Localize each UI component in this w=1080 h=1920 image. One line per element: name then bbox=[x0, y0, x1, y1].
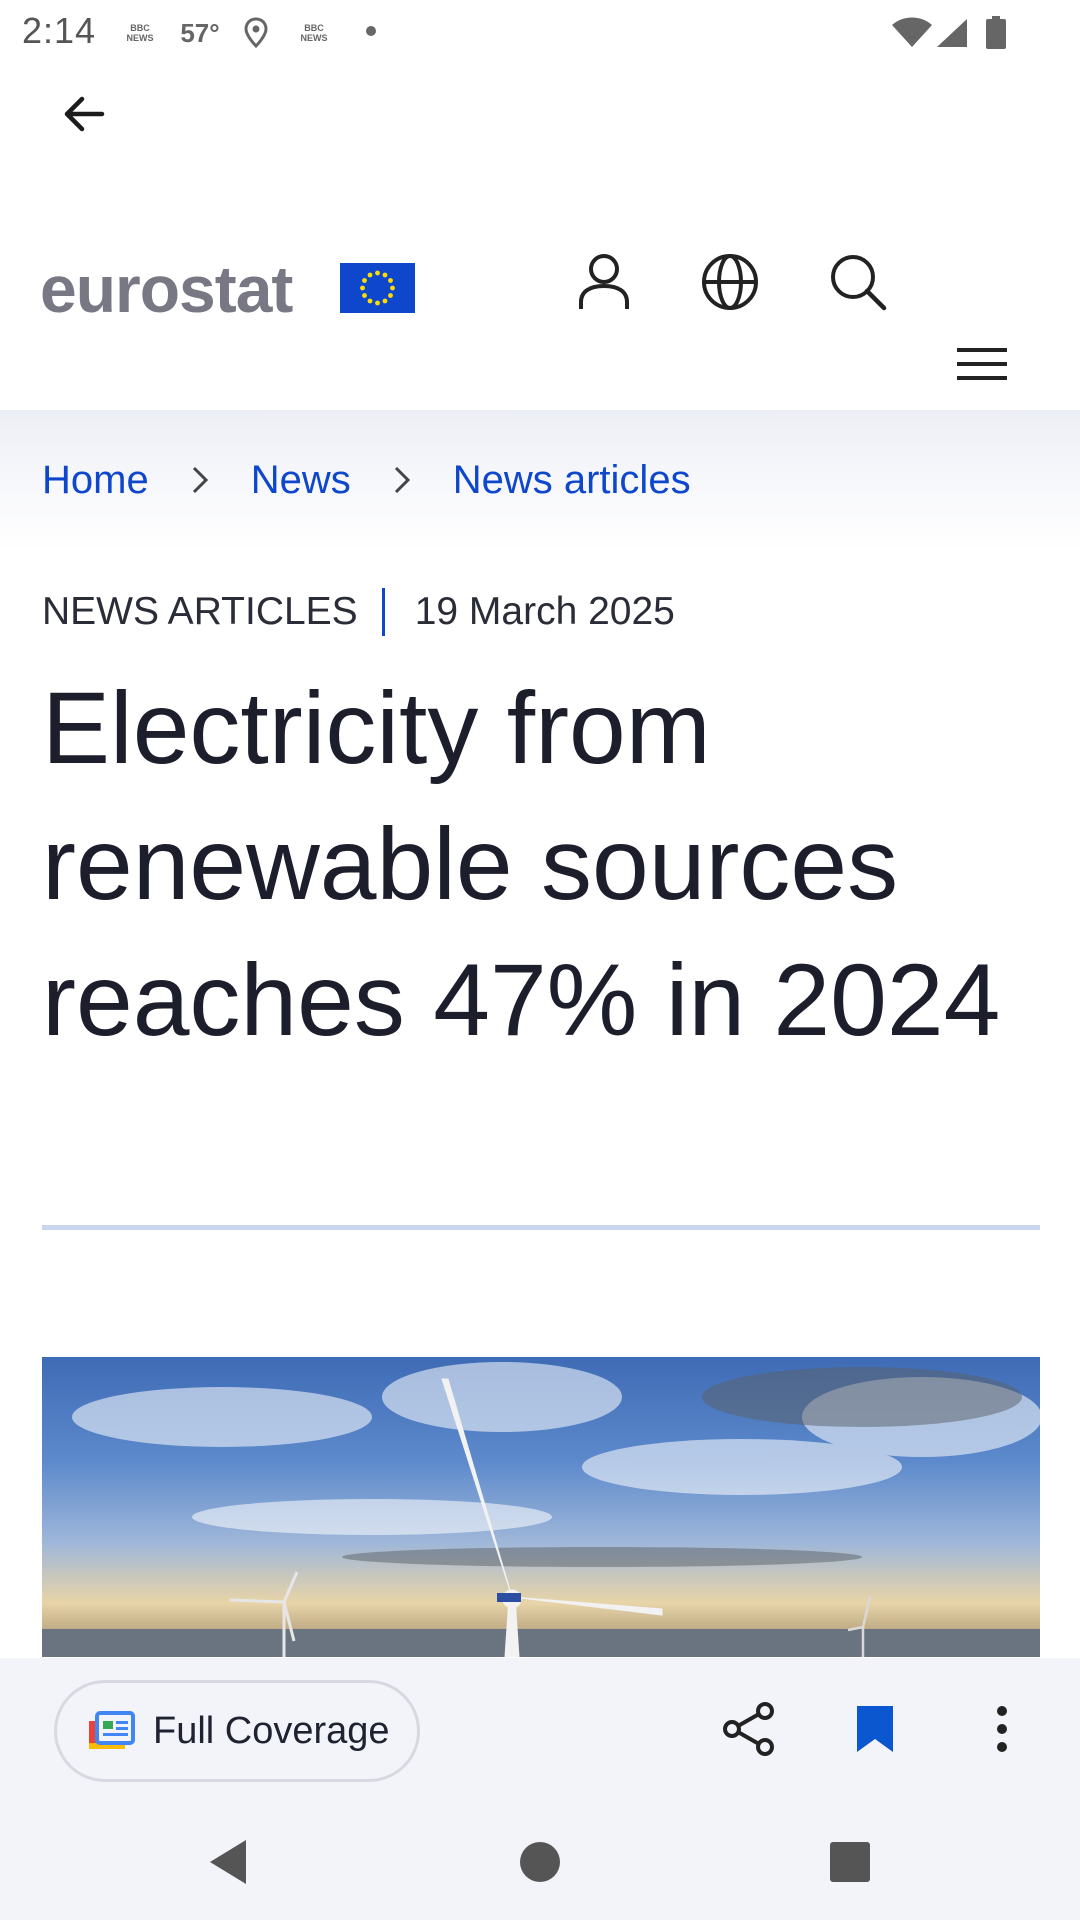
language-button[interactable] bbox=[698, 252, 762, 316]
search-button[interactable] bbox=[826, 252, 890, 316]
temperature-label: 57° bbox=[180, 17, 220, 48]
user-account-button[interactable] bbox=[572, 252, 636, 316]
full-coverage-icon bbox=[87, 1711, 135, 1751]
status-bar: 2:14 BBC NEWS 57° BBC NEWS bbox=[0, 0, 1080, 64]
bbc-news-icon: BBC NEWS bbox=[126, 23, 154, 43]
share-button[interactable] bbox=[714, 1696, 784, 1766]
eurostat-logo[interactable]: eurostat bbox=[40, 254, 293, 324]
location-icon bbox=[240, 17, 272, 49]
back-triangle-icon bbox=[206, 1838, 250, 1891]
wind-turbine-image bbox=[42, 1362, 1040, 1657]
more-options-button[interactable] bbox=[967, 1696, 1037, 1766]
hero-image bbox=[42, 1357, 1040, 1657]
article-meta: NEWS ARTICLES 19 March 2025 bbox=[42, 586, 675, 638]
full-coverage-label: Full Coverage bbox=[153, 1709, 390, 1752]
menu-button[interactable] bbox=[952, 340, 1012, 392]
breadcrumb-news-articles[interactable]: News articles bbox=[453, 458, 691, 503]
bookmark-icon bbox=[854, 1703, 896, 1760]
breadcrumb-home[interactable]: Home bbox=[42, 458, 149, 503]
more-vert-icon bbox=[995, 1705, 1009, 1758]
share-icon bbox=[722, 1701, 776, 1762]
breadcrumb: Home News News articles bbox=[42, 452, 691, 508]
eu-flag-icon bbox=[340, 263, 415, 313]
full-coverage-button[interactable]: Full Coverage bbox=[54, 1680, 420, 1782]
battery-icon bbox=[982, 16, 1010, 49]
wifi-icon bbox=[890, 17, 934, 48]
nav-back-button[interactable] bbox=[190, 1826, 266, 1902]
nav-home-button[interactable] bbox=[502, 1826, 578, 1902]
back-button[interactable] bbox=[52, 84, 116, 148]
bookmark-button[interactable] bbox=[840, 1696, 910, 1766]
article-date: 19 March 2025 bbox=[414, 590, 675, 633]
arrow-left-icon bbox=[60, 90, 108, 143]
home-circle-icon bbox=[518, 1840, 562, 1889]
menu-icon bbox=[957, 346, 1007, 387]
globe-icon bbox=[700, 252, 760, 317]
breadcrumb-news[interactable]: News bbox=[251, 458, 351, 503]
search-icon bbox=[828, 252, 888, 317]
title-divider bbox=[42, 1225, 1040, 1230]
article-title: Electricity from renewable sources reach… bbox=[42, 671, 1001, 1057]
meta-divider bbox=[381, 588, 385, 636]
bbc-news-icon: BBC NEWS bbox=[300, 23, 328, 43]
recents-square-icon bbox=[829, 1841, 871, 1888]
user-icon bbox=[576, 252, 632, 317]
dot-icon bbox=[366, 26, 376, 36]
status-time: 2:14 bbox=[22, 10, 97, 51]
chevron-right-icon bbox=[381, 459, 423, 501]
nav-recents-button[interactable] bbox=[812, 1826, 888, 1902]
signal-icon bbox=[934, 18, 970, 48]
article-category: NEWS ARTICLES bbox=[42, 590, 358, 633]
chevron-right-icon bbox=[179, 459, 221, 501]
